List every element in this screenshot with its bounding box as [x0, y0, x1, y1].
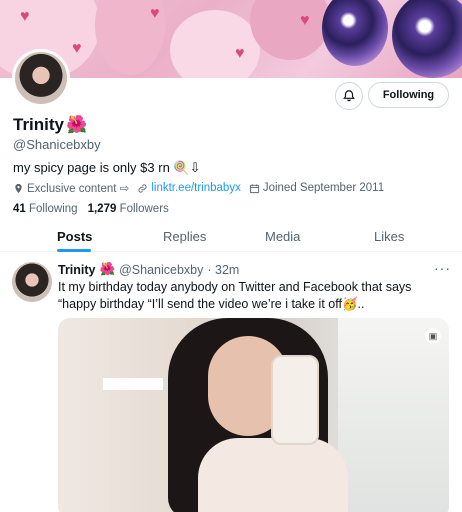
following-button[interactable]: Following — [368, 82, 449, 108]
profile-handle: @Shanicebxby — [13, 137, 101, 152]
banner-art — [392, 0, 462, 78]
tab-likes[interactable]: Likes — [374, 229, 404, 244]
heart-icon: ♥ — [150, 5, 160, 22]
profile-bio: my spicy page is only $3 rn 🍭⇩ — [13, 160, 201, 175]
profile-link[interactable]: linktr.ee/trinbabyx — [137, 181, 241, 195]
following-count-label: Following — [29, 203, 78, 215]
flower-emoji: 🌺 — [66, 115, 88, 134]
tweet-timestamp[interactable]: · 32m — [207, 263, 239, 277]
profile-avatar[interactable] — [12, 49, 70, 107]
active-tab-indicator — [57, 249, 91, 252]
tweet-media-image[interactable]: ▣ — [58, 318, 449, 512]
more-options-icon[interactable]: ··· — [434, 260, 451, 276]
media-detail — [338, 318, 449, 512]
followers-count-label: Followers — [119, 203, 169, 215]
profile-joined: Joined September 2011 — [249, 181, 384, 195]
tweet-author-name[interactable]: Trinity — [58, 263, 96, 277]
location-pin-icon — [15, 183, 22, 193]
profile-name-text: Trinity — [13, 115, 65, 134]
profile-joined-text: Joined September 2011 — [262, 182, 385, 194]
notification-bell-button[interactable] — [335, 82, 363, 110]
banner-art — [250, 0, 330, 60]
profile-name: Trinity 🌺 — [13, 115, 87, 135]
flower-emoji: 🌺 — [99, 262, 116, 276]
heart-icon: ♥ — [72, 40, 82, 57]
banner-art — [170, 10, 260, 78]
heart-icon: ♥ — [235, 45, 245, 62]
calendar-icon — [249, 183, 259, 193]
banner-art — [322, 0, 388, 66]
followers-count-link[interactable]: 1,279 Followers — [88, 203, 169, 215]
profile-counts: 41 Following 1,279 Followers — [13, 203, 169, 215]
bell-icon — [343, 90, 355, 102]
profile-tabs: Posts Replies Media Likes — [0, 222, 462, 252]
tweet-text: It my birthday today anybody on Twitter … — [58, 280, 412, 311]
tweet-author-handle[interactable]: @Shanicebxby — [119, 263, 203, 277]
heart-icon: ♥ — [300, 12, 310, 29]
media-detail — [103, 378, 163, 390]
heart-icon: ♥ — [20, 8, 30, 25]
media-badge-icon: ▣ — [425, 328, 441, 344]
following-count: 41 — [13, 203, 26, 215]
link-icon — [138, 183, 147, 193]
profile-category-text: Exclusive content ⇨ — [27, 183, 130, 195]
tab-posts[interactable]: Posts — [57, 229, 92, 244]
followers-count: 1,279 — [87, 203, 117, 215]
media-detail — [198, 438, 348, 512]
tweet-header: Trinity 🌺 @Shanicebxby · 32m — [58, 262, 239, 277]
tweet-avatar[interactable] — [12, 262, 52, 302]
profile-banner[interactable]: ♥ ♥ ♥ ♥ ♥ — [0, 0, 462, 78]
profile-meta: Exclusive content ⇨ linktr.ee/trinbabyx … — [13, 181, 384, 195]
tab-media[interactable]: Media — [265, 229, 300, 244]
media-detail — [271, 355, 319, 445]
profile-link-text[interactable]: linktr.ee/trinbabyx — [151, 182, 241, 194]
profile-category: Exclusive content ⇨ — [13, 181, 129, 195]
following-count-link[interactable]: 41 Following — [13, 203, 78, 215]
tab-replies[interactable]: Replies — [163, 229, 206, 244]
